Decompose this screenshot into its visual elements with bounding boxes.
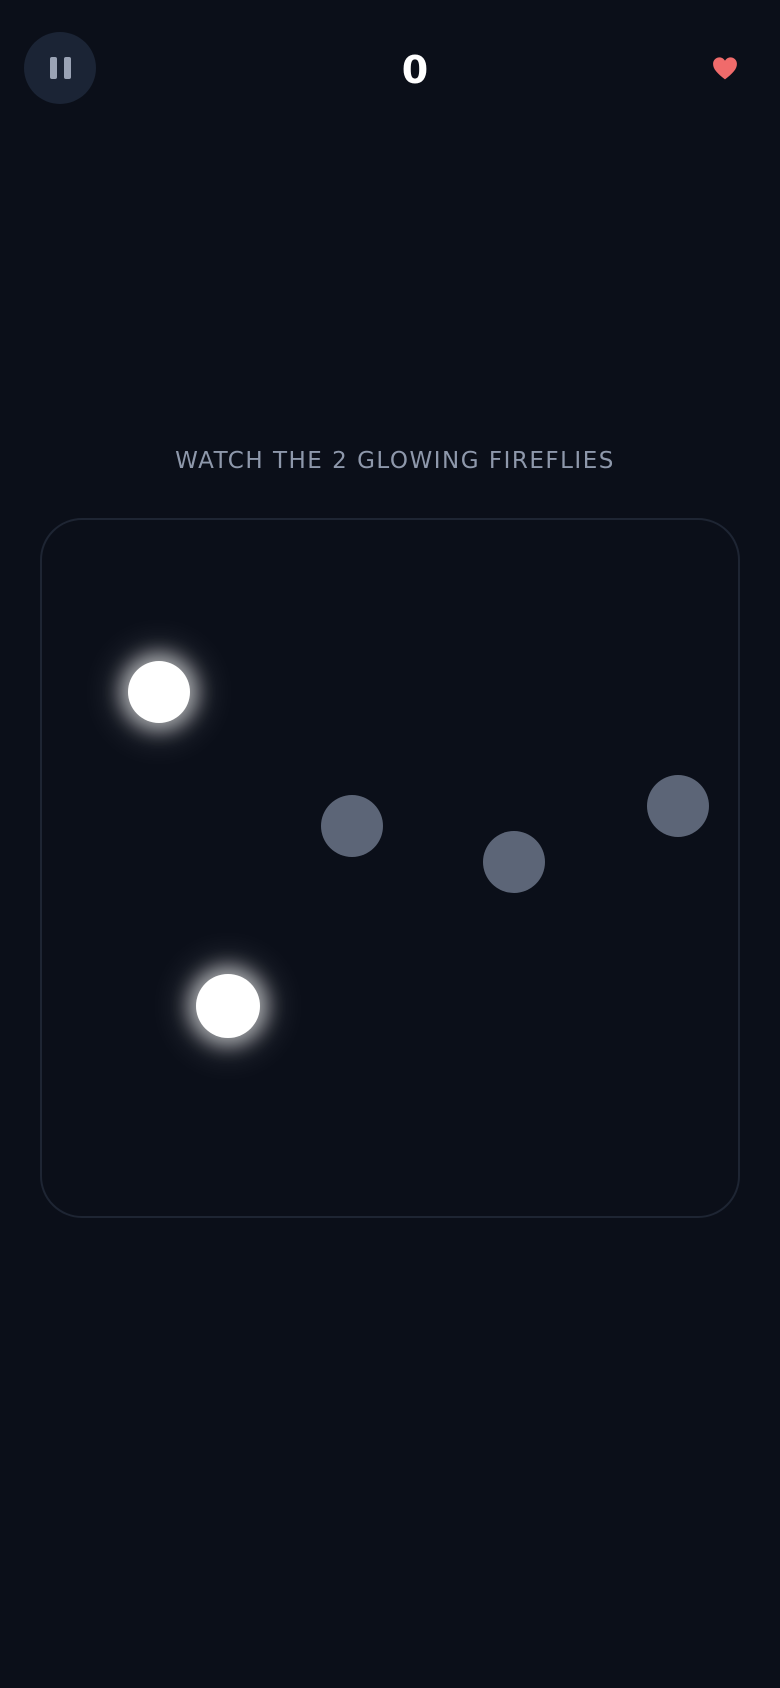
heart-icon: [713, 57, 737, 80]
score-counter: 0: [401, 48, 429, 92]
firefly-1[interactable]: [128, 661, 190, 723]
game-screen: 0 WATCH THE 2 GLOWING FIREFLIES: [0, 0, 780, 1688]
firefly-board: [40, 518, 740, 1218]
instruction-text: WATCH THE 2 GLOWING FIREFLIES: [175, 448, 615, 474]
firefly-4[interactable]: [647, 775, 709, 837]
firefly-2[interactable]: [321, 795, 383, 857]
lives-indicator: [712, 56, 738, 80]
firefly-5[interactable]: [196, 974, 260, 1038]
firefly-3[interactable]: [483, 831, 545, 893]
